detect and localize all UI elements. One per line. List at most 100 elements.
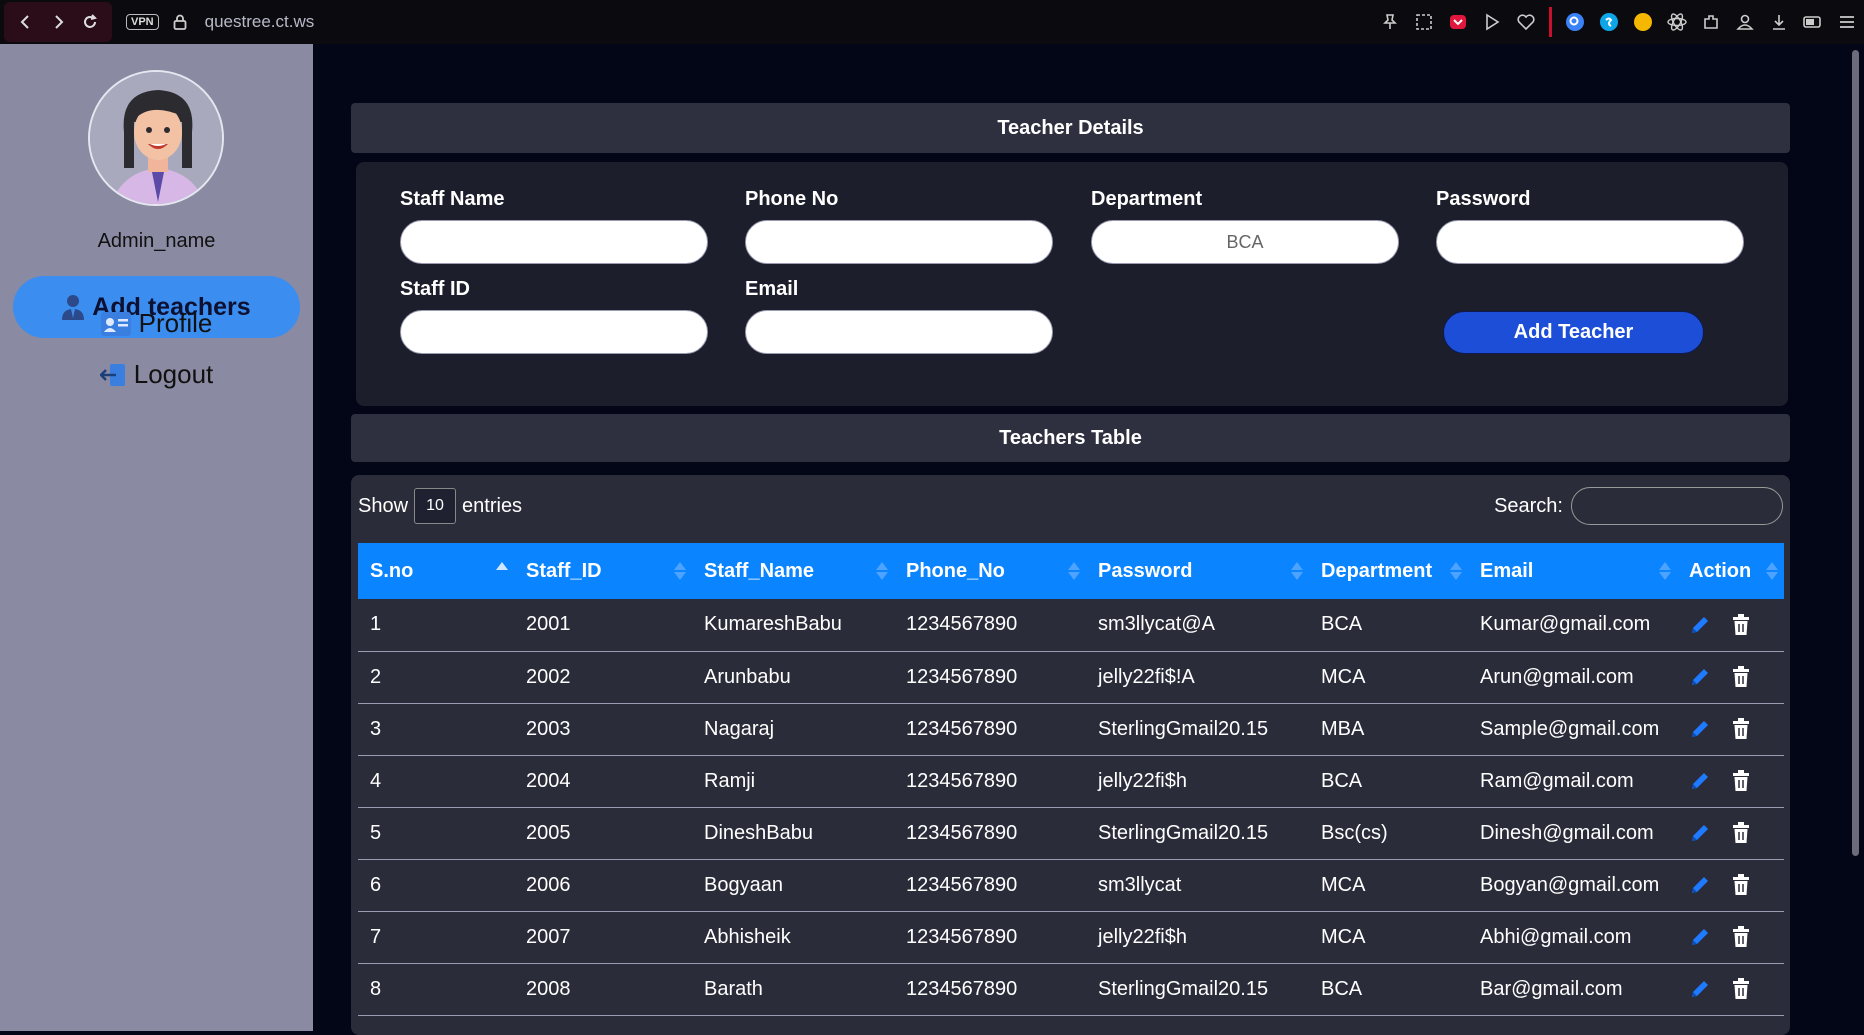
delete-icon[interactable] bbox=[1731, 874, 1751, 896]
table-cell: sm3llycat bbox=[1086, 859, 1309, 912]
play-icon[interactable] bbox=[1475, 5, 1509, 39]
column-header[interactable]: Email bbox=[1468, 543, 1677, 599]
sidebar-item-profile[interactable]: Profile bbox=[0, 308, 313, 339]
column-header[interactable]: Staff_ID bbox=[514, 543, 692, 599]
add-teacher-button[interactable]: Add Teacher bbox=[1443, 311, 1704, 354]
battery-icon[interactable] bbox=[1796, 5, 1830, 39]
table-cell: 2 bbox=[358, 651, 514, 704]
column-header[interactable]: Phone_No bbox=[894, 543, 1086, 599]
browser-toolbar: VPN questree.ct.ws bbox=[0, 0, 1864, 44]
entries-select[interactable]: 10 bbox=[414, 488, 457, 524]
delete-icon[interactable] bbox=[1731, 770, 1751, 792]
edit-icon[interactable] bbox=[1689, 926, 1711, 948]
table-cell: jelly22fi$h bbox=[1086, 755, 1309, 808]
table-row: 7 2007 Abhisheik 1234567890 jelly22fi$h MCA Ab… bbox=[358, 911, 1784, 964]
address-bar[interactable]: questree.ct.ws bbox=[205, 12, 315, 32]
table-cell: 1234567890 bbox=[894, 963, 1086, 1016]
staff-id-field[interactable] bbox=[400, 310, 708, 354]
menu-icon[interactable] bbox=[1830, 5, 1864, 39]
coin-icon[interactable] bbox=[1626, 5, 1660, 39]
avatar[interactable] bbox=[88, 70, 224, 206]
sort-icon bbox=[1450, 562, 1462, 580]
lens-icon[interactable] bbox=[1558, 5, 1592, 39]
table-cell: 2002 bbox=[514, 651, 692, 704]
column-header[interactable]: Password bbox=[1086, 543, 1309, 599]
email-field[interactable] bbox=[745, 310, 1053, 354]
edit-icon[interactable] bbox=[1689, 614, 1711, 636]
table-cell: Bar@gmail.com bbox=[1468, 963, 1677, 1016]
department-field[interactable] bbox=[1091, 220, 1399, 264]
action-cell bbox=[1677, 755, 1784, 808]
delete-icon[interactable] bbox=[1731, 926, 1751, 948]
table-cell: 2001 bbox=[514, 599, 692, 652]
table-cell: jelly22fi$h bbox=[1086, 911, 1309, 964]
lock-icon[interactable] bbox=[171, 13, 189, 31]
table-cell: 1 bbox=[358, 599, 514, 652]
delete-icon[interactable] bbox=[1731, 822, 1751, 844]
sort-icon bbox=[876, 562, 888, 580]
scrollbar-thumb[interactable] bbox=[1852, 50, 1859, 856]
pin-icon[interactable] bbox=[1373, 5, 1407, 39]
table-cell: DineshBabu bbox=[692, 807, 894, 860]
shazam-icon[interactable] bbox=[1592, 5, 1626, 39]
column-header[interactable]: Department bbox=[1309, 543, 1468, 599]
search-label: Search: bbox=[1494, 494, 1563, 517]
edit-icon[interactable] bbox=[1689, 770, 1711, 792]
search-input[interactable] bbox=[1571, 487, 1783, 525]
heart-icon[interactable] bbox=[1509, 5, 1543, 39]
screenshot-icon[interactable] bbox=[1407, 5, 1441, 39]
edit-icon[interactable] bbox=[1689, 822, 1711, 844]
action-cell bbox=[1677, 703, 1784, 756]
delete-icon[interactable] bbox=[1731, 718, 1751, 740]
url-rest: .ct.ws bbox=[270, 12, 315, 31]
reload-button[interactable] bbox=[74, 6, 106, 38]
phone-field[interactable] bbox=[745, 220, 1053, 264]
entries-control: Show 10 entries bbox=[358, 488, 522, 524]
column-header-label: Action bbox=[1689, 559, 1752, 582]
download-icon[interactable] bbox=[1762, 5, 1796, 39]
teachers-table-heading: Teachers Table bbox=[351, 414, 1790, 462]
delete-icon[interactable] bbox=[1731, 666, 1751, 688]
table-cell: 2003 bbox=[514, 703, 692, 756]
sort-icon bbox=[496, 562, 508, 580]
table-cell: 2008 bbox=[514, 963, 692, 1016]
password-field[interactable] bbox=[1436, 220, 1744, 264]
table-cell: 1234567890 bbox=[894, 859, 1086, 912]
delete-icon[interactable] bbox=[1731, 978, 1751, 1000]
table-cell: KumareshBabu bbox=[692, 599, 894, 652]
delete-icon[interactable] bbox=[1731, 613, 1751, 636]
forward-button[interactable] bbox=[42, 6, 74, 38]
column-header[interactable]: Action bbox=[1677, 543, 1784, 599]
table-cell: 1234567890 bbox=[894, 599, 1086, 652]
vpn-badge[interactable]: VPN bbox=[126, 14, 159, 30]
extension-toolbar bbox=[1373, 0, 1864, 44]
table-cell: jelly22fi$!A bbox=[1086, 651, 1309, 704]
edit-icon[interactable] bbox=[1689, 718, 1711, 740]
back-button[interactable] bbox=[10, 6, 42, 38]
pocket-icon[interactable] bbox=[1441, 5, 1475, 39]
extensions-icon[interactable] bbox=[1694, 5, 1728, 39]
admin-name: Admin_name bbox=[97, 230, 216, 252]
page-scrollbar[interactable] bbox=[1848, 44, 1864, 1031]
edit-icon[interactable] bbox=[1689, 978, 1711, 1000]
column-header-label: Staff_ID bbox=[526, 559, 602, 582]
sidebar-item-logout[interactable]: Logout bbox=[0, 359, 313, 390]
edit-icon[interactable] bbox=[1689, 666, 1711, 688]
column-header-label: Phone_No bbox=[906, 559, 1005, 582]
account-icon[interactable] bbox=[1728, 5, 1762, 39]
search-control: Search: bbox=[1494, 487, 1783, 525]
edit-icon[interactable] bbox=[1689, 874, 1711, 896]
column-header[interactable]: S.no bbox=[358, 543, 514, 599]
column-header[interactable]: Staff_Name bbox=[692, 543, 894, 599]
table-cell: 5 bbox=[358, 807, 514, 860]
react-icon[interactable] bbox=[1660, 5, 1694, 39]
table-cell: Kumar@gmail.com bbox=[1468, 599, 1677, 652]
staff-name-field[interactable] bbox=[400, 220, 708, 264]
table-cell: Arunbabu bbox=[692, 651, 894, 704]
chevron-left-icon bbox=[20, 15, 29, 29]
url-host: questree bbox=[204, 12, 271, 31]
table-cell: 2004 bbox=[514, 755, 692, 808]
table-cell: Abhi@gmail.com bbox=[1468, 911, 1677, 964]
action-cell bbox=[1677, 911, 1784, 964]
table-cell: BCA bbox=[1309, 599, 1468, 652]
